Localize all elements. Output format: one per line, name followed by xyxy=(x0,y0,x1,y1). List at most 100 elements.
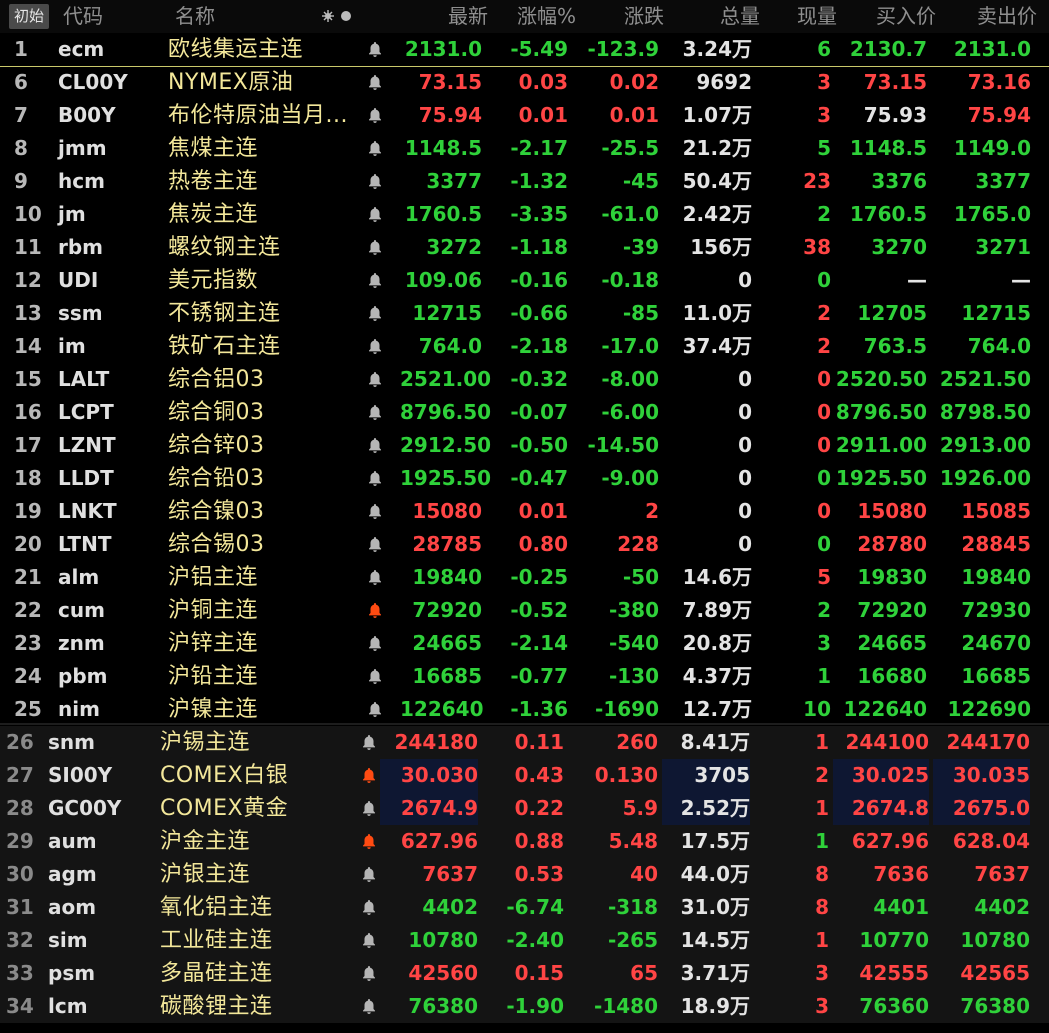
table-row[interactable]: 16 LCPT 综合铜03 8796.50 -0.07 -6.00 0 0 8796.50 879… xyxy=(0,396,1049,429)
symbol-code[interactable]: LALT xyxy=(58,363,109,396)
alert-bell-icon[interactable] xyxy=(362,998,376,1014)
symbol-name[interactable]: 沪铅主连 xyxy=(168,660,258,693)
symbol-code[interactable]: rbm xyxy=(58,231,103,264)
symbol-name[interactable]: 沪铝主连 xyxy=(168,561,258,594)
symbol-code[interactable]: CL00Y xyxy=(58,66,128,99)
symbol-name[interactable]: 氧化铝主连 xyxy=(160,891,273,924)
symbol-name[interactable]: 焦炭主连 xyxy=(168,198,258,231)
table-row[interactable]: 26 snm 沪锡主连 244180 0.11 260 8.41万 1 244100 244170 xyxy=(0,726,1049,759)
symbol-name[interactable]: 沪金主连 xyxy=(160,825,250,858)
alert-bell-icon[interactable] xyxy=(368,41,382,57)
column-header-current-volume[interactable]: 现量 xyxy=(765,0,837,33)
symbol-name[interactable]: 综合锌03 xyxy=(168,429,265,462)
symbol-code[interactable]: UDI xyxy=(58,264,98,297)
alert-bell-icon[interactable] xyxy=(368,272,382,288)
alert-bell-icon[interactable] xyxy=(368,470,382,486)
alert-bell-icon[interactable] xyxy=(362,932,376,948)
table-row[interactable]: 14 im 铁矿石主连 764.0 -2.18 -17.0 37.4万 2 763.5 764.0 xyxy=(0,330,1049,363)
alert-bell-icon[interactable] xyxy=(368,503,382,519)
symbol-code[interactable]: hcm xyxy=(58,165,105,198)
symbol-name[interactable]: 不锈钢主连 xyxy=(168,297,281,330)
table-row[interactable]: 30 agm 沪银主连 7637 0.53 40 44.0万 8 7636 7637 xyxy=(0,858,1049,891)
column-header-name[interactable]: 名称 xyxy=(175,0,215,33)
symbol-code[interactable]: LZNT xyxy=(58,429,116,462)
symbol-code[interactable]: nim xyxy=(58,693,100,726)
table-row[interactable]: 7 B00Y 布伦特原油当月... 75.94 0.01 0.01 1.07万 3 75.93 7… xyxy=(0,99,1049,132)
alert-bell-icon[interactable] xyxy=(368,569,382,585)
table-row[interactable]: 25 nim 沪镍主连 122640 -1.36 -1690 12.7万 10 122640 12… xyxy=(0,693,1049,726)
alert-bell-icon[interactable] xyxy=(362,899,376,915)
table-row[interactable]: 19 LNKT 综合镍03 15080 0.01 2 0 0 15080 15085 xyxy=(0,495,1049,528)
table-row[interactable]: 21 alm 沪铝主连 19840 -0.25 -50 14.6万 5 19830 19840 xyxy=(0,561,1049,594)
symbol-name[interactable]: 综合锡03 xyxy=(168,528,265,561)
table-row[interactable]: 28 GC00Y COMEX黄金 2674.9 0.22 5.9 2.52万 1 2674.8 2… xyxy=(0,792,1049,825)
symbol-code[interactable]: LCPT xyxy=(58,396,114,429)
table-row[interactable]: 12 UDI 美元指数 109.06 -0.16 -0.18 0 0 — — xyxy=(0,264,1049,297)
symbol-code[interactable]: SI00Y xyxy=(48,759,112,792)
alert-bell-active-icon[interactable] xyxy=(362,833,376,849)
symbol-code[interactable]: cum xyxy=(58,594,105,627)
alert-bell-icon[interactable] xyxy=(368,239,382,255)
table-row[interactable]: 27 SI00Y COMEX白银 30.030 0.43 0.130 3705 2 30.025… xyxy=(0,759,1049,792)
symbol-code[interactable]: LLDT xyxy=(58,462,114,495)
symbol-name[interactable]: 沪锌主连 xyxy=(168,627,258,660)
alert-bell-icon[interactable] xyxy=(362,965,376,981)
symbol-name[interactable]: 布伦特原油当月... xyxy=(168,99,348,132)
alert-bell-icon[interactable] xyxy=(368,437,382,453)
symbol-code[interactable]: GC00Y xyxy=(48,792,121,825)
table-row[interactable]: 22 cum 沪铜主连 72920 -0.52 -380 7.89万 2 72920 72930 xyxy=(0,594,1049,627)
symbol-code[interactable]: jmm xyxy=(58,132,107,165)
alert-bell-icon[interactable] xyxy=(368,404,382,420)
table-row[interactable]: 32 sim 工业硅主连 10780 -2.40 -265 14.5万 1 10770 10780 xyxy=(0,924,1049,957)
symbol-code[interactable]: ssm xyxy=(58,297,103,330)
symbol-code[interactable]: psm xyxy=(48,957,95,990)
symbol-code[interactable]: aom xyxy=(48,891,96,924)
symbol-code[interactable]: B00Y xyxy=(58,99,116,132)
symbol-name[interactable]: 沪锡主连 xyxy=(160,726,250,759)
symbol-code[interactable]: LNKT xyxy=(58,495,117,528)
symbol-code[interactable]: lcm xyxy=(48,990,88,1023)
symbol-code[interactable]: pbm xyxy=(58,660,107,693)
column-header-volume[interactable]: 总量 xyxy=(668,0,760,33)
alert-bell-icon[interactable] xyxy=(368,635,382,651)
table-row[interactable]: 13 ssm 不锈钢主连 12715 -0.66 -85 11.0万 2 12705 12715 xyxy=(0,297,1049,330)
symbol-name[interactable]: 综合铜03 xyxy=(168,396,265,429)
table-row[interactable]: 29 aum 沪金主连 627.96 0.88 5.48 17.5万 1 627.96 628.0… xyxy=(0,825,1049,858)
symbol-code[interactable]: znm xyxy=(58,627,105,660)
column-header-latest[interactable]: 最新 xyxy=(400,0,488,33)
symbol-name[interactable]: 综合铅03 xyxy=(168,462,265,495)
alert-bell-icon[interactable] xyxy=(368,173,382,189)
symbol-name[interactable]: NYMEX原油 xyxy=(168,66,293,99)
symbol-name[interactable]: 热卷主连 xyxy=(168,165,258,198)
alert-bell-icon[interactable] xyxy=(368,206,382,222)
alert-bell-icon[interactable] xyxy=(362,800,376,816)
table-row[interactable]: 15 LALT 综合铝03 2521.00 -0.32 -8.00 0 0 2520.50 252… xyxy=(0,363,1049,396)
symbol-name[interactable]: 螺纹钢主连 xyxy=(168,231,281,264)
table-row[interactable]: 10 jm 焦炭主连 1760.5 -3.35 -61.0 2.42万 2 1760.5 1765… xyxy=(0,198,1049,231)
column-header-change[interactable]: 涨跌 xyxy=(580,0,664,33)
alert-bell-icon[interactable] xyxy=(368,338,382,354)
symbol-code[interactable]: jm xyxy=(58,198,86,231)
alert-bell-icon[interactable] xyxy=(368,305,382,321)
table-row[interactable]: 1 ecm 欧线集运主连 2131.0 -5.49 -123.9 3.24万 6 2130.7 2… xyxy=(0,33,1049,67)
symbol-code[interactable]: LTNT xyxy=(58,528,111,561)
column-header-bid[interactable]: 买入价 xyxy=(841,0,936,33)
symbol-name[interactable]: COMEX白银 xyxy=(160,759,288,792)
symbol-name[interactable]: 欧线集运主连 xyxy=(168,33,303,66)
alert-bell-icon[interactable] xyxy=(368,701,382,717)
table-row[interactable]: 11 rbm 螺纹钢主连 3272 -1.18 -39 156万 38 3270 3271 xyxy=(0,231,1049,264)
symbol-code[interactable]: im xyxy=(58,330,86,363)
symbol-name[interactable]: 沪铜主连 xyxy=(168,594,258,627)
symbol-name[interactable]: 多晶硅主连 xyxy=(160,957,273,990)
table-row[interactable]: 9 hcm 热卷主连 3377 -1.32 -45 50.4万 23 3376 3377 xyxy=(0,165,1049,198)
symbol-name[interactable]: 沪银主连 xyxy=(160,858,250,891)
settings-toggle-icon[interactable] xyxy=(321,0,355,33)
column-header-code[interactable]: 代码 xyxy=(63,0,103,33)
symbol-name[interactable]: 沪镍主连 xyxy=(168,693,258,726)
table-row[interactable]: 33 psm 多晶硅主连 42560 0.15 65 3.71万 3 42555 42565 xyxy=(0,957,1049,990)
column-header-ask[interactable]: 卖出价 xyxy=(940,0,1037,33)
symbol-name[interactable]: 综合铝03 xyxy=(168,363,265,396)
table-row[interactable]: 6 CL00Y NYMEX原油 73.15 0.03 0.02 9692 3 73.15 73.1… xyxy=(0,66,1049,99)
table-row[interactable]: 24 pbm 沪铅主连 16685 -0.77 -130 4.37万 1 16680 16685 xyxy=(0,660,1049,693)
symbol-code[interactable]: ecm xyxy=(58,33,104,66)
